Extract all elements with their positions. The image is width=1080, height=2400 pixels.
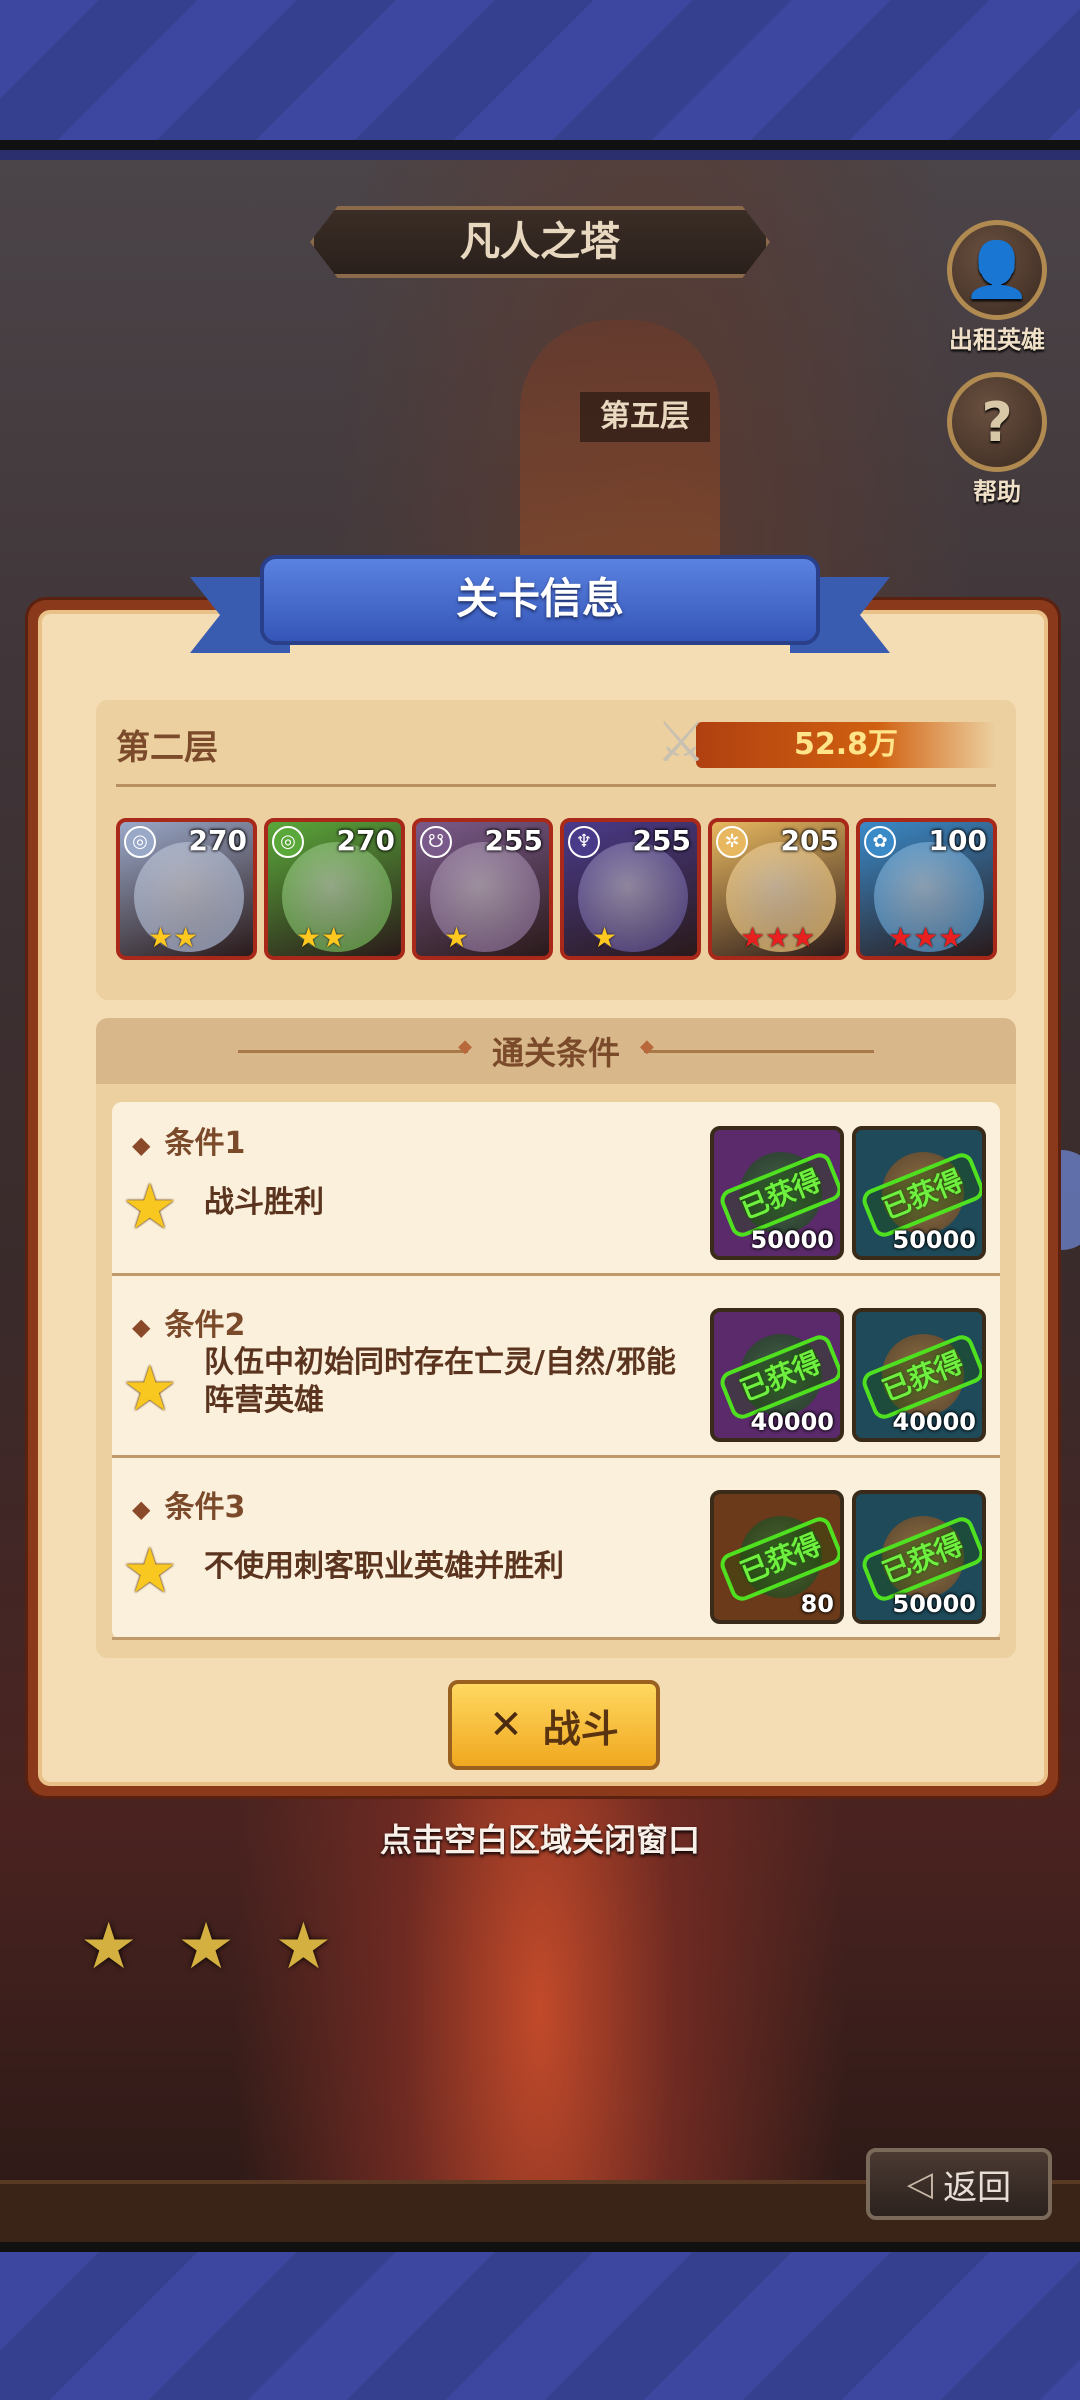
hero-stars: ★ [444, 921, 470, 954]
diamond-icon: ◆ [132, 1313, 151, 1341]
faction-icon: ♆ [568, 826, 600, 858]
header-ornament-right [640, 1036, 874, 1057]
hero-level: 255 [632, 824, 691, 857]
help-label: 帮助 [973, 478, 1021, 506]
conditions-title: 通关条件 [491, 1034, 620, 1072]
close-hint: 点击空白区域关闭窗口 [379, 1821, 700, 1859]
reward-item[interactable]: 已获得 40000 [852, 1308, 986, 1442]
bottom-banner [0, 2242, 1080, 2400]
layer-name: 第二层 [116, 728, 218, 768]
faction-icon: ◎ [272, 826, 304, 858]
enemy-team-panel: 第二层 52.8万 ⚔ ◎ 270 ★★ ◎ 270 ★★ ☋ 255 ★ ♆ 255 ★ ✲ 205 ★★… [96, 700, 1016, 1000]
hero-level: 205 [780, 824, 839, 857]
condition-name-text: 条件1 [164, 1126, 246, 1161]
hero-card[interactable]: ☋ 255 ★ [412, 818, 553, 960]
rent-hero-label: 出租英雄 [949, 326, 1045, 354]
hero-level: 270 [336, 824, 395, 857]
reward-item[interactable]: 已获得 50000 [852, 1490, 986, 1624]
back-button[interactable]: ◁ 返回 [866, 2148, 1052, 2220]
condition-row: ◆ 条件1 ★ 战斗胜利 已获得 50000 已获得 50000 [112, 1102, 1000, 1276]
hero-card[interactable]: ◎ 270 ★★ [264, 818, 405, 960]
condition-text: 队伍中初始同时存在亡灵/自然/邪能阵营英雄 [204, 1345, 676, 1418]
diamond-icon: ◆ [132, 1131, 151, 1159]
help-button[interactable]: ? 帮助 [942, 372, 1052, 507]
reward-amount: 50000 [892, 1226, 977, 1254]
star-icon: ★ [122, 1352, 178, 1425]
rent-hero-button[interactable]: 👤 出租英雄 [942, 220, 1052, 355]
header-ornament-left [237, 1036, 472, 1057]
hero-level: 270 [188, 824, 247, 857]
stage-info-dialog: 第二层 52.8万 ⚔ ◎ 270 ★★ ◎ 270 ★★ ☋ 255 ★ ♆ 255 ★ ✲ 205 ★★… [28, 600, 1058, 1796]
faction-icon: ✲ [716, 826, 748, 858]
diamond-icon: ◆ [132, 1495, 151, 1523]
condition-name: ◆ 条件3 [132, 1482, 245, 1526]
fight-label: 战斗 [542, 1706, 619, 1751]
question-icon: ? [947, 372, 1047, 472]
star-icon: ★ [177, 1910, 235, 1984]
dialog-title: 关卡信息 [260, 555, 820, 645]
hero-card[interactable]: ✲ 205 ★★★ [708, 818, 849, 960]
condition-name: ◆ 条件2 [132, 1300, 245, 1344]
dialog-body: 第二层 52.8万 ⚔ ◎ 270 ★★ ◎ 270 ★★ ☋ 255 ★ ♆ 255 ★ ✲ 205 ★★… [38, 610, 1048, 1786]
reward-item[interactable]: 已获得 50000 [852, 1126, 986, 1260]
condition-name: ◆ 条件1 [132, 1118, 245, 1162]
reward-amount: 40000 [892, 1408, 977, 1436]
star-icon: ★ [122, 1534, 178, 1607]
dialog-title-ribbon: 关卡信息 [190, 555, 890, 659]
top-banner [0, 0, 1080, 150]
reward-amount: 80 [800, 1590, 834, 1618]
fight-button[interactable]: ✕ 战斗 [448, 1680, 660, 1770]
star-icon: ★ [80, 1910, 138, 1984]
hero-stars: ★★★ [888, 921, 964, 954]
crossed-swords-icon: ✕ [489, 1702, 523, 1748]
clear-conditions-panel: 通关条件 ◆条件1★战斗胜利已获得50000已获得50000◆条件2★队伍中初始… [96, 1018, 1016, 1658]
faction-icon: ☋ [420, 826, 452, 858]
reward-amount: 50000 [750, 1226, 835, 1254]
faction-icon: ✿ [864, 826, 896, 858]
hero-level: 255 [484, 824, 543, 857]
hero-list: ◎ 270 ★★ ◎ 270 ★★ ☋ 255 ★ ♆ 255 ★ ✲ 205 ★★★ ✿ 100 ★★★ [116, 818, 997, 960]
condition-row: ◆ 条件2 ★ 队伍中初始同时存在亡灵/自然/邪能阵营英雄 已获得 40000 已获得 400… [112, 1284, 1000, 1458]
stage-stars: ★ ★ ★ [80, 1910, 332, 1984]
reward-item[interactable]: 已获得 80 [710, 1490, 844, 1624]
hero-stars: ★★ [296, 921, 347, 954]
back-label: 返回 [943, 2167, 1012, 2208]
faction-icon: ◎ [124, 826, 156, 858]
back-arrow-icon: ◁ [906, 2164, 934, 2204]
condition-row: ◆ 条件3 ★ 不使用刺客职业英雄并胜利 已获得 80 已获得 50000 [112, 1466, 1000, 1640]
person-icon: 👤 [947, 220, 1047, 320]
condition-name-text: 条件2 [164, 1308, 246, 1343]
condition-text: 不使用刺客职业英雄并胜利 [204, 1549, 564, 1584]
hero-stars: ★★★ [740, 921, 816, 954]
star-icon: ★ [274, 1910, 333, 1984]
hero-card[interactable]: ✿ 100 ★★★ [856, 818, 997, 960]
power-bar: 52.8万 ⚔ [656, 710, 996, 775]
conditions-header: 通关条件 [96, 1018, 1016, 1084]
hero-level: 100 [928, 824, 987, 857]
reward-amount: 40000 [750, 1408, 835, 1436]
reward-item[interactable]: 已获得 50000 [710, 1126, 844, 1260]
condition-text: 战斗胜利 [204, 1185, 324, 1220]
hero-stars: ★ [592, 921, 618, 954]
reward-amount: 50000 [892, 1590, 977, 1618]
divider [116, 784, 996, 787]
hero-card[interactable]: ♆ 255 ★ [560, 818, 701, 960]
floor-label: 第五层 [580, 392, 710, 442]
condition-list: ◆ 条件1 ★ 战斗胜利 已获得 50000 已获得 50000 ◆ 条件2 ★ 队伍中初始同时存在亡… [112, 1102, 1000, 1640]
scene-title: 凡人之塔 [310, 206, 770, 278]
crossed-swords-icon: ⚔ [656, 710, 707, 775]
power-value: 52.8万 [696, 722, 996, 768]
condition-name-text: 条件3 [164, 1490, 246, 1525]
reward-item[interactable]: 已获得 40000 [710, 1308, 844, 1442]
hero-stars: ★★ [148, 921, 199, 954]
hero-card[interactable]: ◎ 270 ★★ [116, 818, 257, 960]
star-icon: ★ [122, 1170, 178, 1243]
